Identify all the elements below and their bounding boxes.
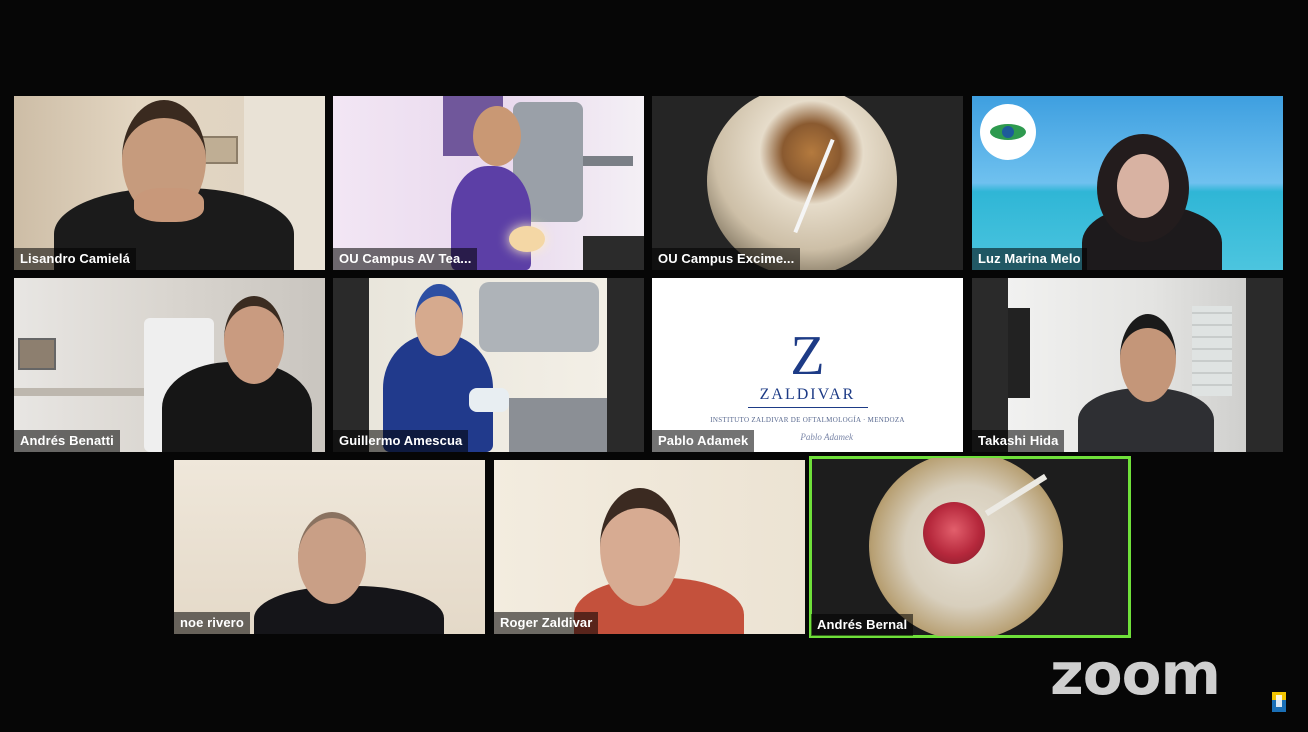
video-tile-takashi[interactable]: Takashi Hida — [972, 278, 1283, 452]
video-tile-guillermo[interactable]: Guillermo Amescua — [333, 278, 644, 452]
video-tile-luz-marina[interactable]: Luz Marina Melo — [972, 96, 1283, 270]
microscope-eye-view — [707, 96, 897, 270]
person-head — [298, 512, 366, 604]
video-tile-ou-campus-av[interactable]: OU Campus AV Tea... — [333, 96, 644, 270]
participant-name: noe rivero — [174, 612, 250, 634]
participant-name: OU Campus AV Tea... — [333, 248, 478, 270]
zoom-logo: zoom — [1050, 640, 1221, 708]
video-tile-lisandro[interactable]: Lisandro Camielá — [14, 96, 325, 270]
participant-name: Andrés Benatti — [14, 430, 120, 452]
surgeon-head — [473, 106, 521, 166]
webcam-scene — [174, 460, 485, 634]
surgeon-head — [415, 284, 463, 356]
participant-name: Lisandro Camielá — [14, 248, 136, 270]
video-tile-pablo-adamek[interactable]: Z ZALDIVAR INSTITUTO ZALDIVAR DE OFTALMO… — [652, 278, 963, 452]
eye-logo-icon — [980, 104, 1036, 160]
slide-signature: Pablo Adamek — [800, 432, 853, 442]
video-tile-noe-rivero[interactable]: noe rivero — [174, 460, 485, 634]
channel-badge-icon — [1272, 692, 1286, 712]
participant-name: Guillermo Amescua — [333, 430, 469, 452]
video-tile-andres-benatti[interactable]: Andrés Benatti — [14, 278, 325, 452]
participant-name: Takashi Hida — [972, 430, 1065, 452]
participant-name: Andrés Bernal — [811, 614, 914, 636]
video-tile-roger-zaldivar[interactable]: Roger Zaldivar — [494, 460, 805, 634]
person-head — [1120, 314, 1176, 402]
surgery-room-scene — [369, 278, 607, 452]
video-tile-andres-bernal[interactable]: Andrés Bernal — [809, 456, 1131, 638]
video-tile-ou-campus-excimer[interactable]: OU Campus Excime... — [652, 96, 963, 270]
webcam-scene — [14, 96, 325, 270]
webcam-scene — [494, 460, 805, 634]
participant-name: OU Campus Excime... — [652, 248, 801, 270]
webcam-scene — [14, 278, 325, 452]
beach-background — [972, 96, 1283, 270]
surgery-room-scene — [333, 96, 644, 270]
participant-name: Luz Marina Melo — [972, 248, 1087, 270]
webcam-scene — [1008, 278, 1246, 452]
participant-name: Roger Zaldivar — [494, 612, 599, 634]
person-head — [224, 296, 284, 384]
person-head — [600, 488, 680, 606]
participant-name: Pablo Adamek — [652, 430, 755, 452]
zaldivar-logo: Z ZALDIVAR INSTITUTO ZALDIVAR DE OFTALMO… — [710, 325, 905, 424]
